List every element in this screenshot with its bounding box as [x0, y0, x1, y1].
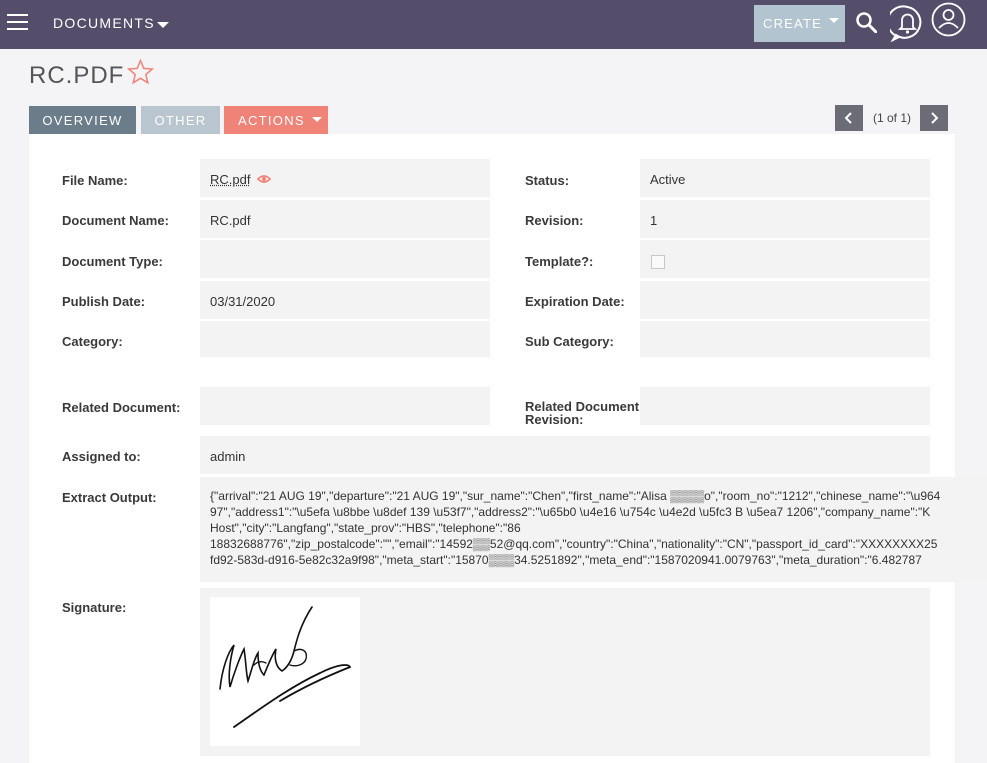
document-type-field: [200, 240, 490, 278]
publish-date-value: 03/31/2020: [210, 294, 276, 309]
favorite-star-icon[interactable]: [127, 59, 154, 85]
file-name-link[interactable]: RC.pdf: [210, 172, 250, 187]
chevron-right-icon: [931, 112, 939, 124]
signature-label: Signature:: [62, 600, 127, 615]
revision-value: 1: [650, 213, 658, 228]
extract-output-field: {"arrival":"21 AUG 19","departure":"21 A…: [200, 477, 987, 582]
document-type-label: Document Type:: [62, 254, 163, 269]
file-name-field: RC.pdf: [200, 159, 490, 197]
search-icon[interactable]: [855, 11, 877, 33]
create-caret-icon[interactable]: [829, 18, 839, 23]
assigned-to-label: Assigned to:: [62, 449, 141, 464]
actions-caret-icon[interactable]: [312, 117, 322, 122]
extract-output-line-5: fd92-583d-d916-5e82c32a9f98","meta_start…: [210, 553, 922, 567]
template-field: [640, 240, 930, 278]
revision-label: Revision:: [525, 213, 584, 228]
top-navigation-bar: DOCUMENTS CREATE: [0, 0, 987, 49]
document-name-field: RC.pdf: [200, 200, 490, 238]
assigned-to-field: admin: [200, 436, 930, 474]
extract-output-line-2: 97","address1":"\u5efa \u8bbe \u8def 139…: [210, 505, 931, 519]
next-record-button[interactable]: [920, 105, 948, 131]
related-document-field: [200, 387, 490, 425]
chevron-left-icon: [844, 112, 852, 124]
user-profile-icon[interactable]: [931, 2, 966, 37]
expiration-date-field: [640, 281, 930, 319]
status-field: Active: [640, 159, 930, 197]
template-label: Template?:: [525, 254, 594, 269]
signature-field: [200, 588, 930, 756]
extract-output-label: Extract Output:: [62, 490, 157, 505]
status-label: Status:: [525, 173, 570, 188]
pager-count: (1 of 1): [873, 111, 912, 125]
publish-date-label: Publish Date:: [62, 294, 146, 309]
related-document-revision-label-line2: Revision:: [525, 412, 584, 427]
extract-output-line-4: 18832688776","zip_postalcode":"","email"…: [210, 537, 938, 551]
signature-image: [210, 597, 360, 746]
related-document-revision-label: Related Document Revision:: [525, 400, 639, 426]
extract-output-line-3: Host","city":"Langfang","state_prov":"HB…: [210, 521, 521, 535]
tab-other[interactable]: OTHER: [141, 106, 220, 134]
template-checkbox[interactable]: [651, 255, 665, 269]
document-name-value: RC.pdf: [210, 213, 251, 228]
previous-record-button[interactable]: [835, 105, 863, 131]
document-name-label: Document Name:: [62, 213, 169, 228]
preview-eye-icon[interactable]: [257, 174, 271, 184]
category-label: Category:: [62, 334, 123, 349]
revision-field: 1: [640, 200, 930, 238]
extract-output-line-1: {"arrival":"21 AUG 19","departure":"21 A…: [210, 489, 941, 503]
status-value: Active: [650, 172, 686, 187]
handwritten-signature: [219, 606, 352, 728]
publish-date-field: 03/31/2020: [200, 281, 490, 319]
menu-icon[interactable]: [7, 14, 28, 30]
related-document-label: Related Document:: [62, 400, 181, 415]
notifications-bell-icon[interactable]: [890, 5, 925, 42]
related-document-revision-field: [640, 387, 930, 425]
sub-category-field: [640, 321, 930, 357]
tab-overview[interactable]: OVERVIEW: [29, 106, 136, 134]
record-title: RC.PDF: [29, 62, 125, 89]
module-menu-documents[interactable]: DOCUMENTS: [53, 15, 155, 31]
file-name-label: File Name:: [62, 173, 128, 188]
chevron-down-icon[interactable]: [157, 22, 169, 28]
expiration-date-label: Expiration Date:: [525, 294, 625, 309]
assigned-to-value: admin: [210, 449, 246, 464]
category-field: [200, 321, 490, 357]
create-button[interactable]: CREATE: [754, 5, 845, 42]
sub-category-label: Sub Category:: [525, 334, 614, 349]
